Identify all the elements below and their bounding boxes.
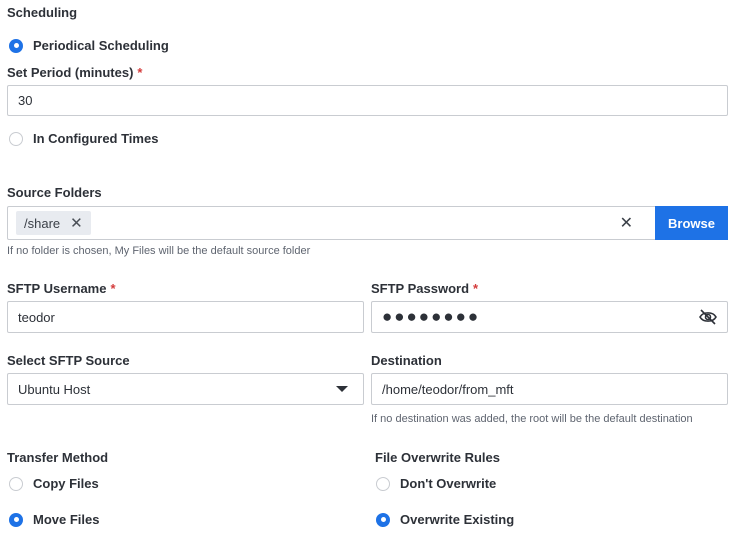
source-folders-label: Source Folders [7, 185, 102, 200]
copy-files-label: Copy Files [33, 476, 99, 491]
radio-unselected-icon [376, 476, 390, 491]
eye-off-icon[interactable] [699, 309, 717, 325]
required-marker: * [137, 65, 143, 80]
radio-selected-icon [9, 38, 23, 53]
required-marker: * [110, 281, 116, 296]
period-input-value: 30 [18, 93, 33, 108]
period-label: Set Period (minutes) * [7, 65, 142, 80]
sftp-password-label-text: SFTP Password [371, 281, 470, 296]
periodical-scheduling-radio[interactable]: Periodical Scheduling [9, 38, 169, 53]
dont-overwrite-radio[interactable]: Don't Overwrite [376, 476, 496, 491]
sftp-username-input[interactable]: teodor [7, 301, 364, 333]
radio-unselected-icon [9, 476, 23, 491]
move-files-radio[interactable]: Move Files [9, 512, 99, 527]
sftp-password-label: SFTP Password * [371, 281, 478, 296]
source-folders-hint: If no folder is chosen, My Files will be… [7, 245, 311, 257]
period-input[interactable]: 30 [7, 85, 728, 116]
scheduling-title: Scheduling [7, 5, 78, 20]
period-label-text: Set Period (minutes) [7, 65, 134, 80]
destination-value: /home/teodor/from_mft [382, 381, 514, 397]
radio-selected-icon [376, 512, 390, 527]
destination-input[interactable]: /home/teodor/from_mft [371, 373, 728, 405]
sftp-username-label: SFTP Username * [7, 281, 116, 296]
sftp-source-value: Ubuntu Host [18, 381, 91, 397]
browse-button[interactable]: Browse [655, 206, 728, 240]
overwrite-existing-radio[interactable]: Overwrite Existing [376, 512, 514, 527]
sftp-username-label-text: SFTP Username [7, 281, 107, 296]
source-folder-chip: /share ✕ [16, 211, 91, 235]
source-folder-chip-label: /share [24, 215, 61, 231]
sftp-password-mask: ●●●●●●●● [382, 307, 481, 326]
periodical-scheduling-label: Periodical Scheduling [33, 38, 169, 53]
configured-times-radio[interactable]: In Configured Times [9, 131, 158, 146]
sftp-source-label: Select SFTP Source [7, 353, 130, 368]
required-marker: * [473, 281, 479, 296]
chip-remove-icon[interactable]: ✕ [70, 216, 83, 231]
caret-down-icon [336, 385, 348, 393]
clear-folders-icon[interactable]: ✕ [620, 213, 633, 233]
copy-files-radio[interactable]: Copy Files [9, 476, 99, 491]
sftp-username-value: teodor [18, 309, 55, 325]
configured-times-label: In Configured Times [33, 131, 159, 146]
dont-overwrite-label: Don't Overwrite [400, 476, 497, 491]
radio-unselected-icon [9, 131, 23, 146]
destination-label: Destination [371, 353, 442, 368]
sftp-source-select[interactable]: Ubuntu Host [7, 373, 364, 405]
overwrite-existing-label: Overwrite Existing [400, 512, 515, 527]
sftp-password-input[interactable]: ●●●●●●●● [371, 301, 728, 333]
overwrite-rules-title: File Overwrite Rules [375, 450, 500, 465]
transfer-method-title: Transfer Method [7, 450, 109, 465]
destination-hint: If no destination was added, the root wi… [371, 413, 693, 425]
source-folders-field[interactable]: /share ✕ ✕ Browse [7, 206, 728, 240]
move-files-label: Move Files [33, 512, 100, 527]
radio-selected-icon [9, 512, 23, 527]
